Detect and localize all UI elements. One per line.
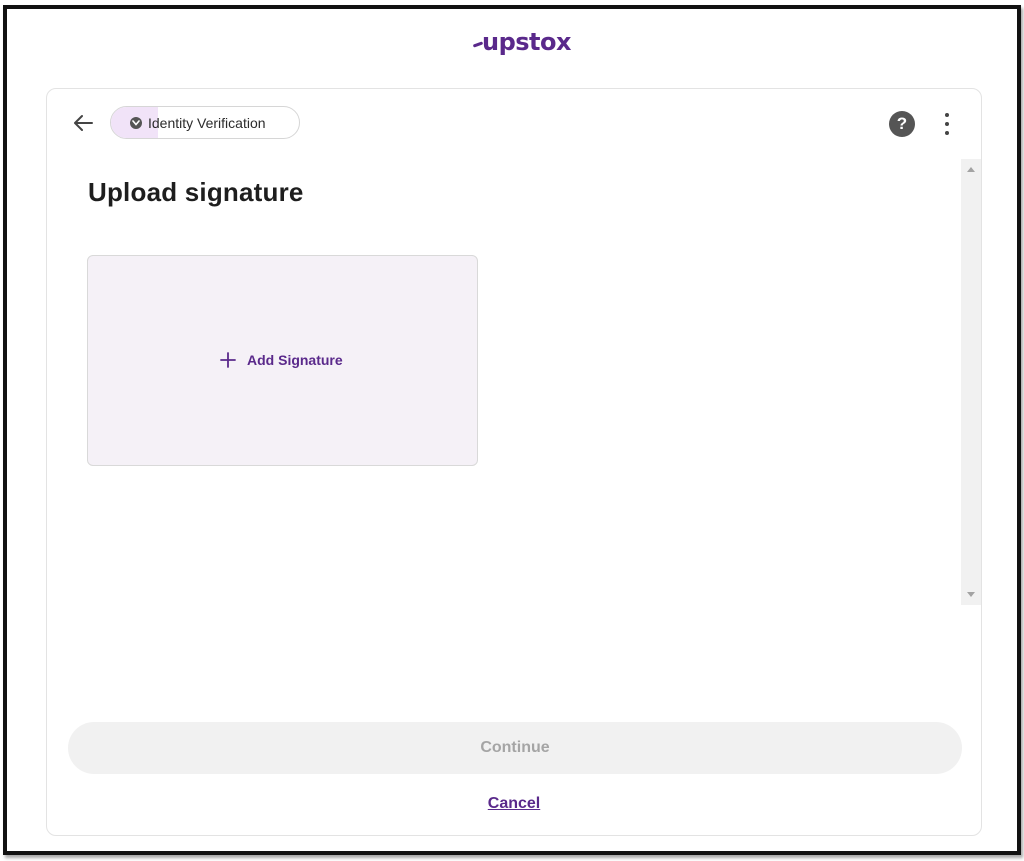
scrollbar[interactable] bbox=[961, 159, 981, 605]
scroll-up-arrow-icon[interactable] bbox=[967, 167, 975, 172]
add-signature-label: Add Signature bbox=[247, 352, 343, 368]
arrow-left-icon bbox=[74, 115, 93, 131]
step-indicator: Identity Verification bbox=[110, 106, 300, 139]
more-options-button[interactable] bbox=[937, 111, 957, 137]
page-title: Upload signature bbox=[88, 177, 304, 207]
chevron-down-circle-icon bbox=[130, 117, 142, 129]
cancel-link: Cancel bbox=[47, 795, 981, 813]
help-button[interactable]: ? bbox=[889, 111, 915, 137]
verification-card: Identity Verification ? Upload signature… bbox=[46, 88, 982, 836]
add-signature-content: Add Signature bbox=[219, 351, 343, 369]
question-circle-icon: ? bbox=[896, 114, 908, 133]
step-label: Identity Verification bbox=[148, 115, 266, 131]
cancel-link-text[interactable]: Cancel bbox=[488, 795, 540, 812]
scroll-down-arrow-icon[interactable] bbox=[967, 592, 975, 597]
plus-icon bbox=[219, 351, 237, 369]
continue-button[interactable]: Continue bbox=[68, 722, 962, 774]
back-button[interactable] bbox=[71, 111, 95, 135]
window-frame: upstox Identity Verification ? Upload si… bbox=[3, 5, 1021, 855]
upstox-logo: upstox bbox=[472, 27, 572, 57]
add-signature-dropzone[interactable]: Add Signature bbox=[87, 255, 478, 466]
logo-text: upstox bbox=[482, 28, 572, 56]
